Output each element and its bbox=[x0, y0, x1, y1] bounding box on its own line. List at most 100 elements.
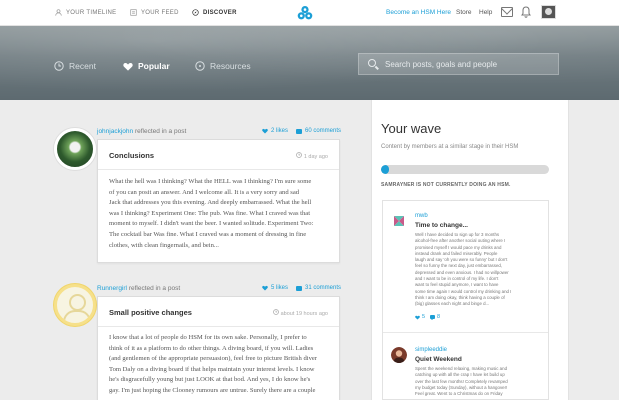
search-input[interactable] bbox=[385, 54, 555, 74]
wave-item-title[interactable]: Quiet Weekend bbox=[415, 356, 462, 363]
post-likes-count: 2 likes bbox=[271, 128, 289, 134]
clock-icon bbox=[296, 152, 303, 158]
wave-item-comments[interactable]: 8 bbox=[430, 314, 440, 320]
tab-popular[interactable]: Popular bbox=[123, 61, 170, 71]
clock-icon bbox=[54, 61, 64, 71]
help-link[interactable]: Help bbox=[479, 9, 492, 16]
wave-item-excerpt: Well I have decided to sign up for 3 mon… bbox=[415, 232, 537, 308]
wave-item-likes-count: 5 bbox=[422, 314, 426, 320]
hero-banner: Recent Popular Resources bbox=[0, 26, 619, 100]
post-time: 1 day ago bbox=[296, 152, 328, 160]
feed-icon bbox=[130, 9, 137, 16]
store-link[interactable]: Store bbox=[456, 9, 472, 16]
wave-progress-bar bbox=[381, 165, 549, 174]
search-box bbox=[358, 53, 559, 75]
post-excerpt-line: was I thinking? Experiment One: The pub.… bbox=[109, 209, 311, 217]
wave-progress-fill bbox=[381, 165, 390, 174]
wave-status-note: SAMRAYNER IS NOT CURRENTLY DOING AN HSM. bbox=[381, 182, 511, 188]
post-excerpt: What the hell was I thinking? What the H… bbox=[109, 177, 313, 251]
card-divider bbox=[98, 169, 339, 170]
nav-your-timeline-label: YOUR TIMELINE bbox=[66, 9, 117, 16]
wave-item-avatar[interactable] bbox=[391, 213, 407, 229]
user-avatar[interactable] bbox=[541, 5, 556, 19]
post-author-avatar[interactable] bbox=[54, 128, 96, 170]
post-excerpt-line: think of it as a platform to do other th… bbox=[109, 344, 314, 352]
nav-discover[interactable]: DISCOVER bbox=[192, 9, 237, 16]
wave-post-list: mwb Time to change... Well I have decide… bbox=[382, 200, 549, 400]
post-time: about 19 hours ago bbox=[273, 309, 328, 317]
post-time-text: about 19 hours ago bbox=[280, 311, 328, 317]
mail-icon[interactable] bbox=[501, 7, 513, 17]
comment-icon bbox=[430, 315, 435, 320]
post-likes[interactable]: 2 likes bbox=[262, 128, 288, 134]
post-author-link[interactable]: johnjackjohn bbox=[97, 128, 133, 135]
comment-icon bbox=[296, 285, 302, 291]
post-excerpt-line: he's disgracefully young but just LOOK a… bbox=[109, 376, 311, 384]
post-excerpt: I know that a lot of people do HSM for i… bbox=[109, 333, 317, 397]
nav-your-feed[interactable]: YOUR FEED bbox=[130, 9, 179, 16]
post-action-text: reflected in a post bbox=[128, 285, 181, 292]
wave-item-comments-count: 8 bbox=[437, 314, 441, 320]
nav-discover-label: DISCOVER bbox=[203, 9, 237, 16]
top-navigation-bar: YOUR TIMELINE YOUR FEED DISCOVER Become … bbox=[0, 0, 619, 26]
become-hsm-here-link[interactable]: Become an HSM Here bbox=[386, 9, 451, 16]
wave-item[interactable]: simpleeddie Quiet Weekend Spent the week… bbox=[391, 347, 541, 400]
heart-icon bbox=[415, 315, 420, 320]
post-excerpt-line: I know that a lot of people do HSM for i… bbox=[109, 334, 307, 341]
post-likes-count: 5 likes bbox=[271, 285, 289, 291]
post-card[interactable]: Conclusions 1 day ago What the hell was … bbox=[97, 139, 340, 263]
post-excerpt-line: gay. I'm just hoping the Clooney rumours… bbox=[109, 386, 316, 394]
wave-title: Your wave bbox=[381, 121, 442, 136]
wave-excerpt-line: (big) glasses each night and binge d... bbox=[415, 301, 490, 307]
comment-icon bbox=[296, 128, 302, 134]
post-time-text: 1 day ago bbox=[303, 154, 328, 160]
tab-resources-label: Resources bbox=[210, 61, 251, 71]
compass-icon bbox=[192, 9, 199, 16]
post-comments[interactable]: 60 comments bbox=[296, 128, 341, 134]
clock-icon bbox=[273, 309, 279, 315]
wave-item-avatar[interactable] bbox=[391, 347, 407, 363]
wave-excerpt-line: Feel great. Went to a Christmas do on Fr… bbox=[415, 391, 503, 397]
post-author-avatar[interactable] bbox=[54, 284, 96, 326]
post-title[interactable]: Small positive changes bbox=[109, 308, 192, 317]
tab-recent[interactable]: Recent bbox=[54, 61, 96, 71]
post-excerpt-line: clothes, with clean fingernails, and bei… bbox=[109, 241, 219, 249]
post-excerpt-line: Jack that addresses you this evening. An… bbox=[109, 199, 312, 207]
post-excerpt-line: of you can posit an answer. And I welcom… bbox=[109, 188, 300, 196]
wave-divider bbox=[383, 332, 548, 333]
post-comments-count: 31 comments bbox=[305, 285, 342, 291]
bell-icon[interactable] bbox=[521, 6, 531, 18]
post-title[interactable]: Conclusions bbox=[109, 151, 154, 160]
your-wave-sidebar: Your wave Content by members at a simila… bbox=[371, 100, 569, 400]
heart-icon bbox=[262, 285, 268, 291]
search-icon bbox=[368, 59, 376, 67]
wave-item-title[interactable]: Time to change... bbox=[415, 222, 468, 229]
post-header: Runnergirl reflected in a post bbox=[97, 285, 180, 292]
post-likes[interactable]: 5 likes bbox=[262, 285, 288, 291]
post-comments-count: 60 comments bbox=[305, 128, 342, 134]
post-excerpt-line: Tom Daly on a diving board if that helps… bbox=[109, 365, 315, 373]
wave-item-excerpt: Spent the weekend relaxing, making music… bbox=[415, 366, 537, 397]
wave-item-author[interactable]: simpleeddie bbox=[415, 347, 447, 353]
tab-resources[interactable]: Resources bbox=[195, 61, 251, 71]
post-excerpt-line: (and gentlemen of the appropriate persua… bbox=[109, 355, 317, 363]
post-comments[interactable]: 31 comments bbox=[296, 285, 341, 291]
post-header: johnjackjohn reflected in a post bbox=[97, 128, 186, 135]
wave-item-author[interactable]: mwb bbox=[415, 213, 428, 219]
heart-icon bbox=[262, 128, 268, 134]
card-divider bbox=[98, 326, 339, 327]
wave-subtitle: Content by members at a similar stage in… bbox=[381, 144, 519, 150]
wave-item-likes[interactable]: 5 bbox=[415, 314, 425, 320]
tab-popular-label: Popular bbox=[138, 61, 170, 71]
nav-your-feed-label: YOUR FEED bbox=[141, 9, 179, 16]
post-excerpt-line: moment to myself. I didn't want the beer… bbox=[109, 220, 314, 228]
heart-icon bbox=[123, 62, 133, 71]
wave-item[interactable]: mwb Time to change... Well I have decide… bbox=[391, 213, 541, 328]
post-excerpt-line: The cocktail bar Was fine. What I craved… bbox=[109, 230, 307, 238]
post-action-text: reflected in a post bbox=[134, 128, 187, 135]
tab-recent-label: Recent bbox=[69, 61, 96, 71]
post-card[interactable]: Small positive changes about 19 hours ag… bbox=[97, 296, 340, 400]
hsm-logo-icon[interactable] bbox=[297, 5, 313, 21]
nav-your-timeline[interactable]: YOUR TIMELINE bbox=[55, 9, 116, 16]
post-author-link[interactable]: Runnergirl bbox=[97, 285, 127, 292]
